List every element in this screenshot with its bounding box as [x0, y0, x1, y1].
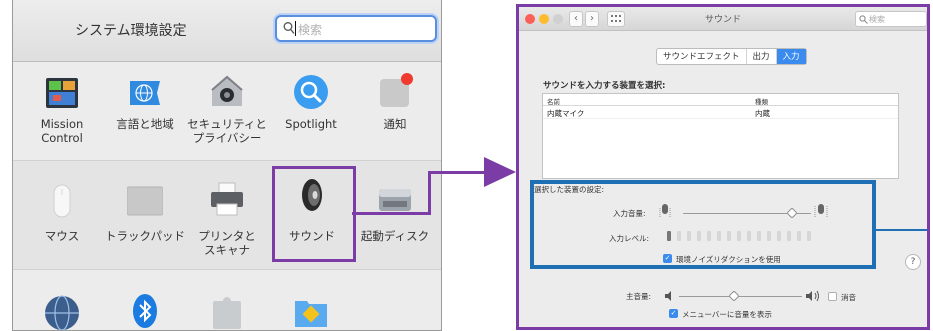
pref-label: セキュリティと プライバシー	[187, 117, 267, 145]
sound-highlight-box	[272, 166, 356, 262]
mute-label: 消音	[841, 293, 856, 302]
text-caret	[295, 21, 296, 36]
table-row[interactable]: 内蔵マイク 内蔵	[543, 106, 898, 119]
bluetooth-icon	[133, 294, 157, 328]
pref-language-region[interactable]: 言語と地域	[105, 63, 185, 159]
search-placeholder: 検索	[869, 15, 885, 24]
mute-checkbox[interactable]	[828, 292, 837, 301]
master-volume-knob[interactable]	[728, 290, 741, 302]
system-preferences-window: システム環境設定 検索 Mission Control 言語と地域 セキュリティ…	[12, 0, 442, 331]
help-button[interactable]: ?	[905, 254, 921, 270]
trackpad-icon	[127, 186, 163, 216]
pref-label: プリンタと スキャナ	[198, 229, 256, 257]
notifications-icon	[380, 73, 413, 107]
sharing-folder-icon	[295, 301, 327, 327]
pref-printers-scanners[interactable]: プリンタと スキャナ	[187, 161, 267, 269]
input-level-label: 入力レベル:	[609, 234, 650, 243]
table-header: 名前 種類	[543, 94, 898, 106]
pref-startup-disk[interactable]: 起動ディスク	[355, 161, 435, 269]
pref-label: マウス	[44, 229, 80, 243]
mic-high-icon	[814, 204, 828, 217]
speaker-low-icon	[665, 291, 671, 301]
level-segment	[677, 231, 681, 241]
search-icon	[283, 22, 295, 34]
pref-bluetooth[interactable]	[105, 271, 185, 330]
connector-line	[428, 171, 431, 215]
prefs-row-3	[13, 271, 441, 330]
level-segment	[667, 231, 671, 241]
pref-label: Mission Control	[40, 117, 84, 145]
prefs-row-1: Mission Control 言語と地域 セキュリティと プライバシー Spo…	[13, 63, 441, 159]
noise-reduction-label: 環境ノイズリダクションを使用	[676, 255, 781, 264]
noise-reduction-checkbox[interactable]: ✓	[663, 254, 672, 263]
title-bar: ‹ › サウンド 検索	[519, 7, 927, 31]
level-segment	[777, 231, 781, 241]
window-title: システム環境設定	[75, 23, 187, 39]
level-segment	[687, 231, 691, 241]
tab-output[interactable]: 出力	[747, 49, 777, 64]
sound-window: ‹ › サウンド 検索 サウンドエフェクト 出力 入力 サウンドを入力する装置を…	[516, 4, 930, 330]
magnifier-icon	[294, 75, 328, 109]
level-segment	[707, 231, 711, 241]
device-name: 内蔵マイク	[547, 109, 585, 118]
globe-flag-icon	[130, 81, 160, 105]
tab-input[interactable]: 入力	[776, 49, 806, 64]
search-icon	[859, 15, 868, 24]
show-volume-menubar-checkbox[interactable]: ✓	[669, 309, 678, 318]
level-segment	[797, 231, 801, 241]
level-segment	[697, 231, 701, 241]
speaker-high-icon	[806, 290, 819, 302]
level-segment	[737, 231, 741, 241]
pref-spotlight[interactable]: Spotlight	[271, 63, 351, 159]
input-volume-label: 入力音量:	[613, 209, 646, 218]
connector-arrow-icon	[484, 157, 516, 187]
pref-label: Spotlight	[285, 117, 337, 131]
pref-label: 言語と地域	[116, 117, 174, 131]
device-heading: サウンドを入力する装置を選択:	[543, 81, 666, 91]
pref-label: 起動ディスク	[360, 229, 430, 243]
search-field[interactable]: 検索	[855, 11, 927, 27]
connector-line	[428, 171, 486, 174]
pref-mouse[interactable]: マウス	[22, 161, 102, 269]
device-type: 内蔵	[755, 109, 770, 118]
level-segment	[727, 231, 731, 241]
mic-low-icon	[659, 204, 671, 217]
show-volume-menubar-label: メニューバーに音量を表示	[682, 310, 772, 319]
column-header-type[interactable]: 種類	[755, 96, 768, 106]
tab-sound-effects[interactable]: サウンドエフェクト	[657, 49, 747, 64]
extensions-icon	[213, 297, 241, 329]
network-globe-icon	[45, 295, 79, 330]
search-field[interactable]: 検索	[275, 15, 437, 42]
pref-label: トラックパッド	[105, 229, 185, 243]
callout-line	[876, 229, 927, 231]
pref-notifications[interactable]: 通知	[355, 63, 435, 159]
pref-extensions[interactable]	[187, 271, 267, 330]
column-header-name[interactable]: 名前	[547, 96, 560, 106]
level-segment	[717, 231, 721, 241]
pref-mission-control[interactable]: Mission Control	[22, 63, 102, 159]
prefs-row-2: マウス トラックパッド プリンタと スキャナ サウンド 起動ディスク	[13, 160, 441, 270]
house-lock-icon	[211, 75, 243, 106]
pref-security-privacy[interactable]: セキュリティと プライバシー	[187, 63, 267, 159]
master-volume-slider[interactable]	[679, 296, 802, 297]
pref-network[interactable]	[22, 271, 102, 330]
level-segment	[807, 231, 811, 241]
pref-sharing[interactable]	[271, 271, 351, 330]
pref-trackpad[interactable]: トラックパッド	[105, 161, 185, 269]
master-volume-label: 主音量:	[626, 292, 652, 301]
printer-icon	[211, 182, 243, 216]
level-segment	[767, 231, 771, 241]
level-segment	[787, 231, 791, 241]
settings-title: 選択した装置の設定:	[534, 185, 605, 194]
toolbar: システム環境設定 検索	[13, 0, 441, 62]
search-placeholder: 検索	[298, 23, 323, 37]
level-segment	[757, 231, 761, 241]
tab-bar: サウンドエフェクト 出力 入力	[656, 48, 807, 65]
pref-label: 通知	[383, 117, 407, 131]
mouse-icon	[53, 184, 71, 218]
level-segment	[747, 231, 751, 241]
mission-control-icon	[46, 78, 78, 108]
connector-line	[352, 212, 430, 215]
device-table: 名前 種類 内蔵マイク 内蔵	[542, 93, 899, 179]
